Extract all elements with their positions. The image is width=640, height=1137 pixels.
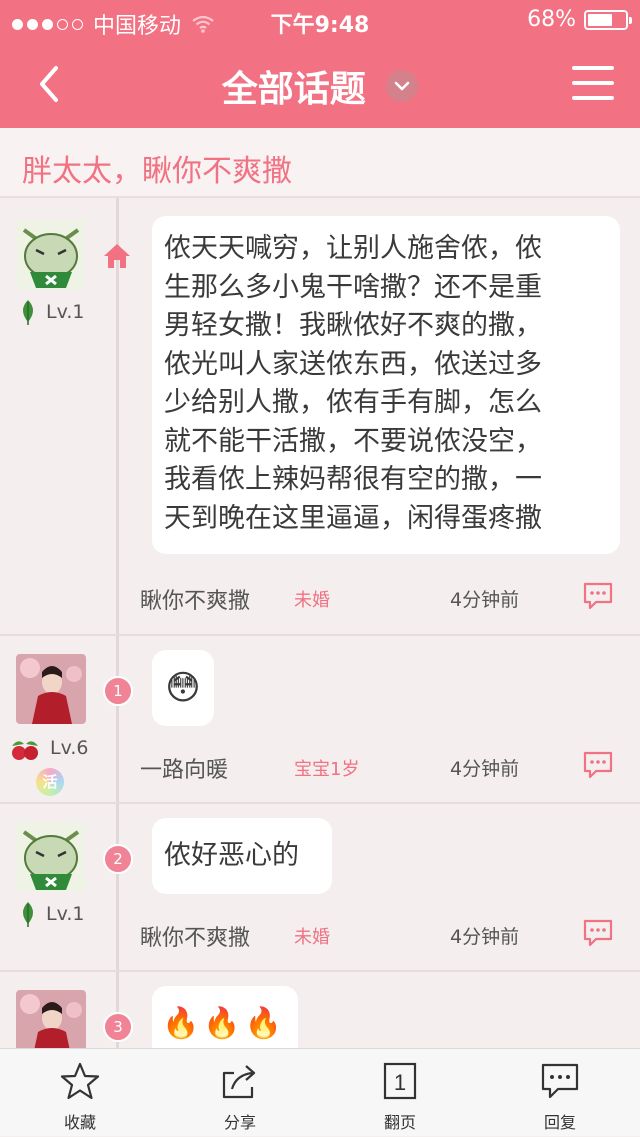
bottom-toolbar: 收藏 分享 1 翻页 回复	[0, 1048, 640, 1136]
author-status: 宝宝1岁	[294, 759, 360, 780]
nav-title: 全部话题	[221, 69, 366, 110]
thread-content[interactable]: Lv.1 侬天天喊穷，让别人施舍侬，侬 生那么多小鬼干啥撒？还不是重 男轻女撒！…	[0, 198, 640, 1048]
reply-bubble: 侬好恶心的	[152, 818, 332, 894]
floor-number: 1	[103, 676, 133, 706]
user-level: Lv.1	[18, 298, 84, 326]
avatar[interactable]	[16, 654, 86, 724]
page-icon: 1	[383, 1062, 417, 1100]
post-meta: 瞅你不爽撒 未婚 4分钟前	[140, 918, 620, 952]
reply-button[interactable]: 回复	[480, 1049, 640, 1137]
author-name[interactable]: 一路向暖	[140, 752, 228, 784]
author-status: 未婚	[294, 927, 330, 948]
reply-item: Lv.6 活 1 😳 一路向暖 宝宝1岁 4分钟前	[0, 636, 640, 804]
home-icon	[104, 244, 130, 268]
reply-icon[interactable]	[582, 750, 614, 780]
topic-header: 胖太太，瞅你不爽撒	[0, 128, 640, 198]
leaf-icon	[23, 300, 33, 325]
author-name[interactable]: 瞅你不爽撒	[140, 583, 250, 615]
post-time: 4分钟前	[450, 758, 520, 780]
reply-icon[interactable]	[582, 581, 614, 611]
battery-percent: 68%	[527, 7, 576, 32]
avatar[interactable]	[16, 990, 86, 1048]
topic-title: 胖太太，瞅你不爽撒	[22, 154, 292, 189]
status-bar: 中国移动 下午9:48 68%	[0, 0, 640, 40]
comment-icon	[541, 1063, 579, 1099]
cherry-icon	[12, 741, 38, 760]
post-item: Lv.1 侬天天喊穷，让别人施舍侬，侬 生那么多小鬼干啥撒？还不是重 男轻女撒！…	[0, 198, 640, 636]
author-name[interactable]: 瞅你不爽撒	[140, 920, 250, 952]
post-bubble: 侬天天喊穷，让别人施舍侬，侬 生那么多小鬼干啥撒？还不是重 男轻女撒！我瞅侬好不…	[152, 216, 620, 554]
post-time: 4分钟前	[450, 926, 520, 948]
avatar[interactable]	[16, 822, 86, 892]
battery-icon	[584, 9, 632, 30]
reply-item: 3 🔥🔥🔥	[0, 972, 640, 1048]
reply-icon[interactable]	[582, 918, 614, 948]
floor-number: 2	[103, 844, 133, 874]
flushed-emoji-icon: 😳	[165, 668, 201, 708]
floor-number: 3	[103, 1012, 133, 1042]
reply-bubble: 🔥🔥🔥	[152, 986, 298, 1048]
user-level: Lv.6	[8, 734, 88, 762]
active-badge-icon: 活	[36, 768, 64, 796]
reply-bubble: 😳	[152, 650, 214, 726]
avatar[interactable]	[16, 220, 86, 290]
fire-emoji-icon: 🔥🔥🔥	[162, 1006, 287, 1041]
user-level: Lv.1	[18, 900, 84, 928]
page-button[interactable]: 1 翻页	[320, 1049, 480, 1137]
nav-bar: 全部话题	[0, 40, 640, 128]
post-time: 4分钟前	[450, 589, 520, 611]
chevron-down-icon	[386, 70, 419, 102]
reply-item: Lv.1 2 侬好恶心的 瞅你不爽撒 未婚 4分钟前	[0, 804, 640, 972]
favorite-button[interactable]: 收藏	[0, 1049, 160, 1137]
star-icon	[60, 1062, 100, 1100]
share-button[interactable]: 分享	[160, 1049, 320, 1137]
post-meta: 瞅你不爽撒 未婚 4分钟前	[140, 581, 620, 615]
leaf-icon	[23, 902, 33, 927]
share-icon	[222, 1065, 256, 1099]
author-status: 未婚	[294, 590, 330, 611]
svg-text:1: 1	[394, 1070, 406, 1095]
post-meta: 一路向暖 宝宝1岁 4分钟前	[140, 750, 620, 784]
menu-icon[interactable]	[572, 66, 614, 102]
topic-filter-dropdown[interactable]: 全部话题	[0, 60, 640, 112]
